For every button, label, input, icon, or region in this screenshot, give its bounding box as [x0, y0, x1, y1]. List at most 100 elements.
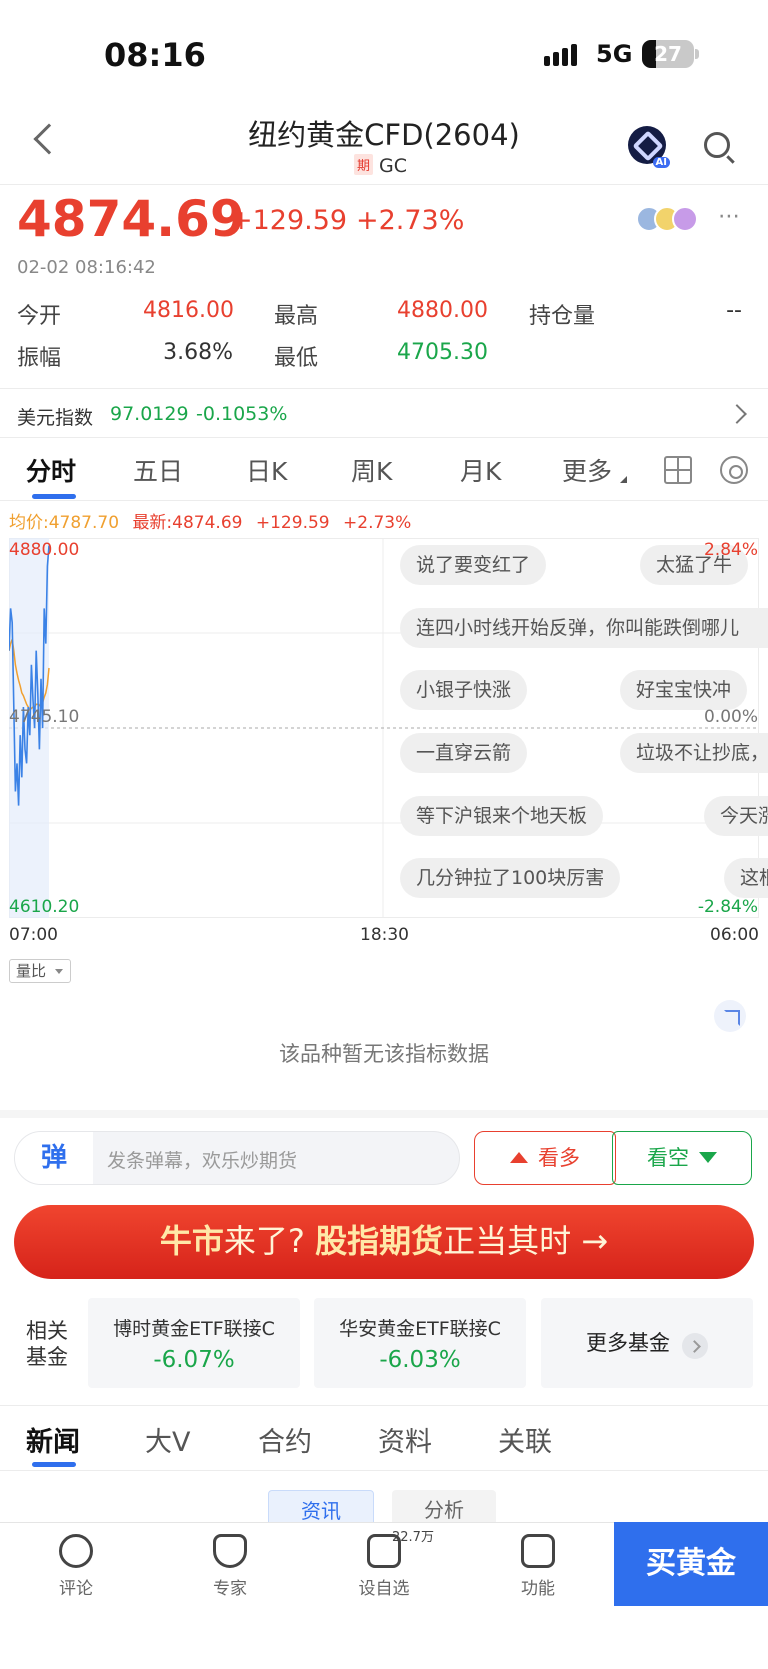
up-arrow-icon	[510, 1152, 528, 1163]
usd-index-row[interactable]: 美元指数 97.0129 -0.1053%	[0, 389, 768, 437]
search-icon[interactable]	[704, 132, 730, 158]
expand-icon[interactable]	[714, 1000, 746, 1032]
danmu-input[interactable]: 弹 发条弹幕，欢乐炒期货	[14, 1131, 460, 1185]
section-separator	[0, 1110, 768, 1118]
banner-text-4: 正当其时 →	[443, 1222, 609, 1260]
instrument-code: 期 GC	[354, 154, 407, 177]
related-funds-label: 相关基金	[26, 1319, 68, 1369]
danmu-chip: 好宝宝快冲	[620, 670, 748, 710]
bearish-button[interactable]: 看空	[612, 1131, 752, 1185]
tab-related[interactable]: 关联	[498, 1420, 552, 1459]
price-change: +129.59	[230, 205, 348, 236]
x-axis-mid-label: 18:30	[360, 925, 409, 945]
tab-weekly-k[interactable]: 周K	[351, 452, 392, 488]
stat-low-label: 最低	[274, 346, 319, 371]
tab-profile[interactable]: 资料	[378, 1420, 432, 1459]
fund-name: 博时黄金ETF联接C	[113, 1318, 275, 1340]
pct-axis-bottom-label: -2.84%	[697, 897, 758, 917]
nav-expert[interactable]: 专家	[180, 1534, 280, 1599]
danmu-chip: 几分钟拉了100块厉害	[400, 858, 621, 898]
battery-icon: 27	[642, 40, 694, 68]
avatar	[672, 206, 698, 232]
tab-daily-k[interactable]: 日K	[246, 452, 287, 488]
bullish-button[interactable]: 看多	[474, 1131, 616, 1185]
fund-change: -6.03%	[379, 1347, 461, 1373]
ai-assistant-icon[interactable]: AI	[628, 126, 670, 168]
code-label: GC	[379, 155, 408, 177]
danmu-placeholder: 发条弹幕，欢乐炒期货	[107, 1150, 298, 1172]
danmu-chip: 垃圾不让抄底，	[620, 733, 768, 773]
more-icon[interactable]: ⋯	[718, 204, 741, 229]
more-caret-icon	[620, 476, 627, 483]
nav-functions[interactable]: 功能	[488, 1534, 588, 1599]
battery-tip	[695, 49, 699, 59]
stat-oi-label: 持仓量	[529, 304, 596, 329]
tab-influencers[interactable]: 大V	[145, 1420, 190, 1459]
menu-icon	[521, 1534, 555, 1568]
price-change-pct: +2.73%	[356, 205, 465, 236]
tab-intraday[interactable]: 分时	[26, 452, 76, 488]
banner-text-3: 股指期货	[315, 1222, 444, 1260]
danmu-chip: 连四小时线开始反弹，你叫能跌倒哪儿	[400, 608, 768, 648]
x-axis-end-label: 06:00	[710, 925, 759, 945]
nav-functions-label: 功能	[521, 1579, 555, 1599]
futures-tag: 期	[354, 154, 374, 175]
user-avatars[interactable]	[636, 206, 698, 236]
network-label: 5G	[596, 40, 633, 68]
danmu-chip: 这根	[724, 858, 768, 898]
stat-amplitude-label: 振幅	[17, 346, 62, 371]
tab-news[interactable]: 新闻	[26, 1420, 80, 1459]
pct-axis-top-label: 2.84%	[703, 540, 758, 560]
stat-high-value: 4880.00	[397, 298, 488, 323]
usd-index-label: 美元指数	[17, 407, 94, 429]
tab-contracts[interactable]: 合约	[258, 1420, 312, 1459]
header-divider	[0, 184, 768, 185]
more-funds-label: 更多基金	[586, 1331, 670, 1355]
nav-watchlist-label: 设自选	[358, 1579, 410, 1599]
chevron-right-icon	[682, 1332, 708, 1359]
ai-badge: AI	[652, 157, 670, 168]
stat-open-value: 4816.00	[143, 298, 234, 323]
settings-icon[interactable]	[720, 456, 748, 484]
banner-text-2: 来了?	[223, 1222, 316, 1260]
signal-icon	[544, 44, 580, 66]
legend-change: +129.59	[255, 513, 330, 533]
nav-expert-label: 专家	[213, 1579, 247, 1599]
danmu-chip: 等下沪银来个地天板	[400, 796, 604, 836]
volume-ratio-dropdown[interactable]: 量比	[9, 959, 71, 983]
tab-underline	[32, 494, 76, 499]
banner-text-1: 牛市	[159, 1222, 224, 1260]
news-tabs-divider	[0, 1470, 768, 1471]
latest-price-legend: 最新:4874.69	[132, 513, 243, 533]
fund-change: -6.07%	[153, 1347, 235, 1373]
tab-monthly-k[interactable]: 月K	[460, 452, 501, 488]
danmu-chip: 小银子快涨	[400, 670, 528, 710]
chart-legend: 均价:4787.70 最新:4874.69 +129.59 +2.73%	[9, 508, 411, 533]
tabs-divider	[0, 500, 768, 501]
fund-card[interactable]: 博时黄金ETF联接C -6.07%	[88, 1298, 300, 1388]
promo-banner[interactable]: 牛市来了? 股指期货正当其时 →	[14, 1205, 754, 1279]
back-icon[interactable]	[33, 123, 65, 155]
fund-name: 华安黄金ETF联接C	[339, 1318, 501, 1340]
tab-five-day[interactable]: 五日	[133, 452, 183, 488]
nav-comment-label: 评论	[59, 1579, 93, 1599]
danmu-chip: 今天涨	[704, 796, 768, 836]
more-funds-button[interactable]: 更多基金	[541, 1298, 753, 1388]
battery-level: 27	[654, 42, 682, 66]
fund-card[interactable]: 华安黄金ETF联接C -6.03%	[314, 1298, 526, 1388]
avg-price-legend: 均价:4787.70	[9, 513, 120, 533]
y-axis-mid-label: 4745.10	[9, 707, 80, 727]
tab-more[interactable]: 更多	[562, 452, 612, 488]
bullish-label: 看多	[538, 1146, 580, 1170]
stat-high-label: 最高	[274, 304, 319, 329]
layout-grid-icon[interactable]	[664, 456, 692, 484]
down-arrow-icon	[699, 1152, 717, 1163]
stat-open-label: 今开	[17, 304, 62, 329]
usd-index-change: -0.1053%	[196, 403, 288, 425]
bearish-label: 看空	[647, 1146, 689, 1170]
nav-comment[interactable]: 评论	[26, 1534, 126, 1599]
buy-gold-button[interactable]: 买黄金	[614, 1522, 768, 1606]
legend-change-pct: +2.73%	[343, 513, 412, 533]
pct-axis-mid-label: 0.00%	[703, 707, 758, 727]
intraday-chart[interactable]	[9, 538, 759, 918]
